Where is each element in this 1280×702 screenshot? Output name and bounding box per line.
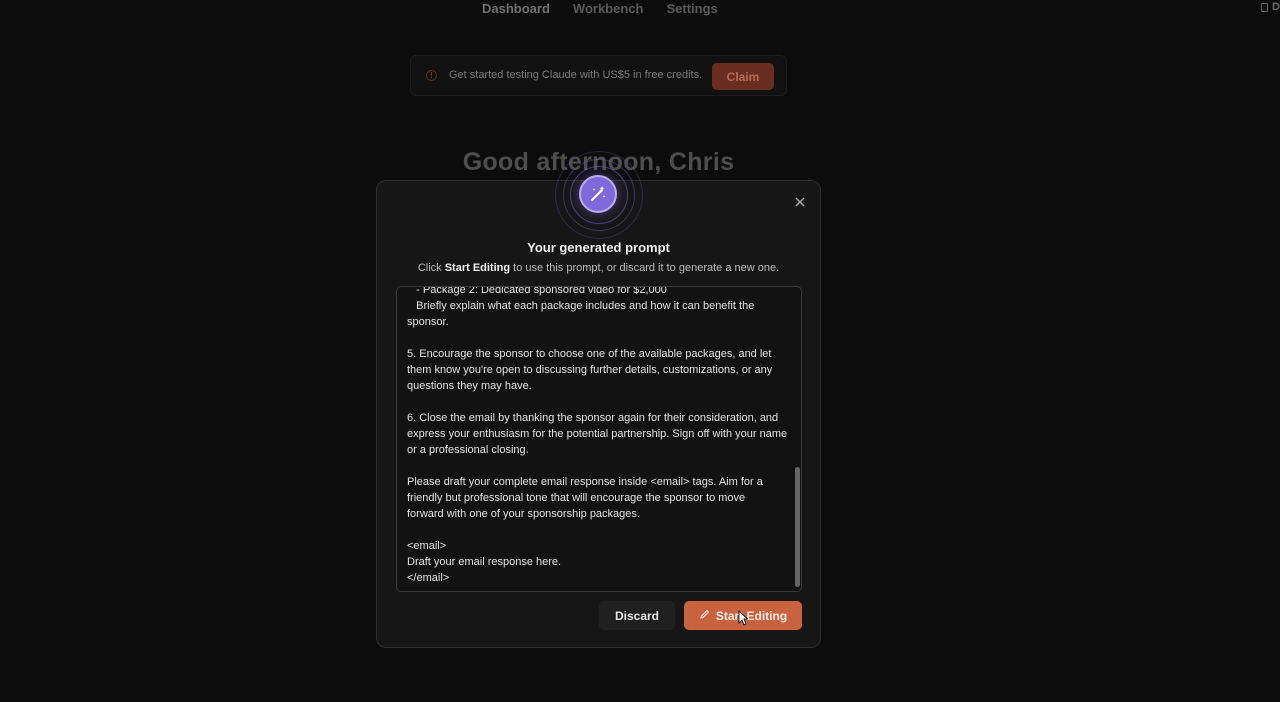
prompt-content: - Package 2: Dedicated sponsored video f… xyxy=(407,286,795,586)
modal-badge xyxy=(551,151,645,239)
document-icon xyxy=(1261,2,1269,12)
modal-title: Your generated prompt xyxy=(527,240,670,255)
prompt-line: <email> xyxy=(407,540,447,552)
prompt-line: Please draft your complete email respons… xyxy=(407,476,763,488)
tab-settings[interactable]: Settings xyxy=(666,1,717,16)
pencil-icon xyxy=(699,609,710,623)
start-editing-label: Start Editing xyxy=(715,608,788,623)
tab-workbench[interactable]: Workbench xyxy=(573,1,644,16)
prompt-line: Briefly explain what each package includ… xyxy=(407,300,755,312)
prompt-line xyxy=(407,458,795,474)
discard-button[interactable]: Discard xyxy=(599,601,675,630)
top-right-label: D xyxy=(1272,1,1280,13)
top-nav: Dashboard Workbench Settings xyxy=(482,0,718,16)
top-right-link[interactable]: D xyxy=(1261,0,1280,14)
credits-banner: ! Get started testing Claude with US$5 i… xyxy=(410,55,787,96)
prompt-line: or a professional closing. xyxy=(407,444,529,456)
prompt-line: 6. Close the email by thanking the spons… xyxy=(407,412,779,424)
prompt-line: questions they may have. xyxy=(407,380,532,392)
subtitle-prefix: Click xyxy=(417,262,445,274)
prompt-line: 5. Encourage the sponsor to choose one o… xyxy=(407,348,772,360)
generated-prompt-modal: Your generated prompt Click Start Editin… xyxy=(376,151,821,648)
prompt-line: forward with one of your sponsorship pac… xyxy=(407,508,640,520)
modal-subtitle: Click Start Editing to use this prompt, … xyxy=(377,262,820,274)
subtitle-suffix: to use this prompt, or discard it to gen… xyxy=(510,262,780,274)
app-page: Dashboard Workbench Settings D ! Get sta… xyxy=(0,0,1280,702)
prompt-line xyxy=(407,394,795,410)
prompt-textarea[interactable]: - Package 2: Dedicated sponsored video f… xyxy=(396,286,802,592)
prompt-line: - Package 2: Dedicated sponsored video f… xyxy=(407,286,667,296)
prompt-line: them know you're open to discussing furt… xyxy=(407,364,773,376)
subtitle-bold: Start Editing xyxy=(444,262,511,274)
magic-wand-icon xyxy=(579,175,617,213)
claim-button[interactable]: Claim xyxy=(712,63,774,90)
tab-dashboard[interactable]: Dashboard xyxy=(482,1,550,16)
prompt-line: </email> xyxy=(407,572,450,584)
prompt-line: friendly but professional tone that will… xyxy=(407,492,746,504)
mouse-cursor-icon xyxy=(738,610,749,626)
scrollbar-thumb[interactable] xyxy=(795,467,800,587)
alert-circle-icon: ! xyxy=(426,70,437,81)
prompt-line: sponsor. xyxy=(407,316,449,328)
prompt-line xyxy=(407,330,795,346)
prompt-line: express your enthusiasm for the potentia… xyxy=(407,428,788,440)
close-icon[interactable] xyxy=(793,195,807,209)
prompt-line xyxy=(407,522,795,538)
prompt-line: Draft your email response here. xyxy=(407,556,562,568)
banner-text: Get started testing Claude with US$5 in … xyxy=(449,69,703,81)
